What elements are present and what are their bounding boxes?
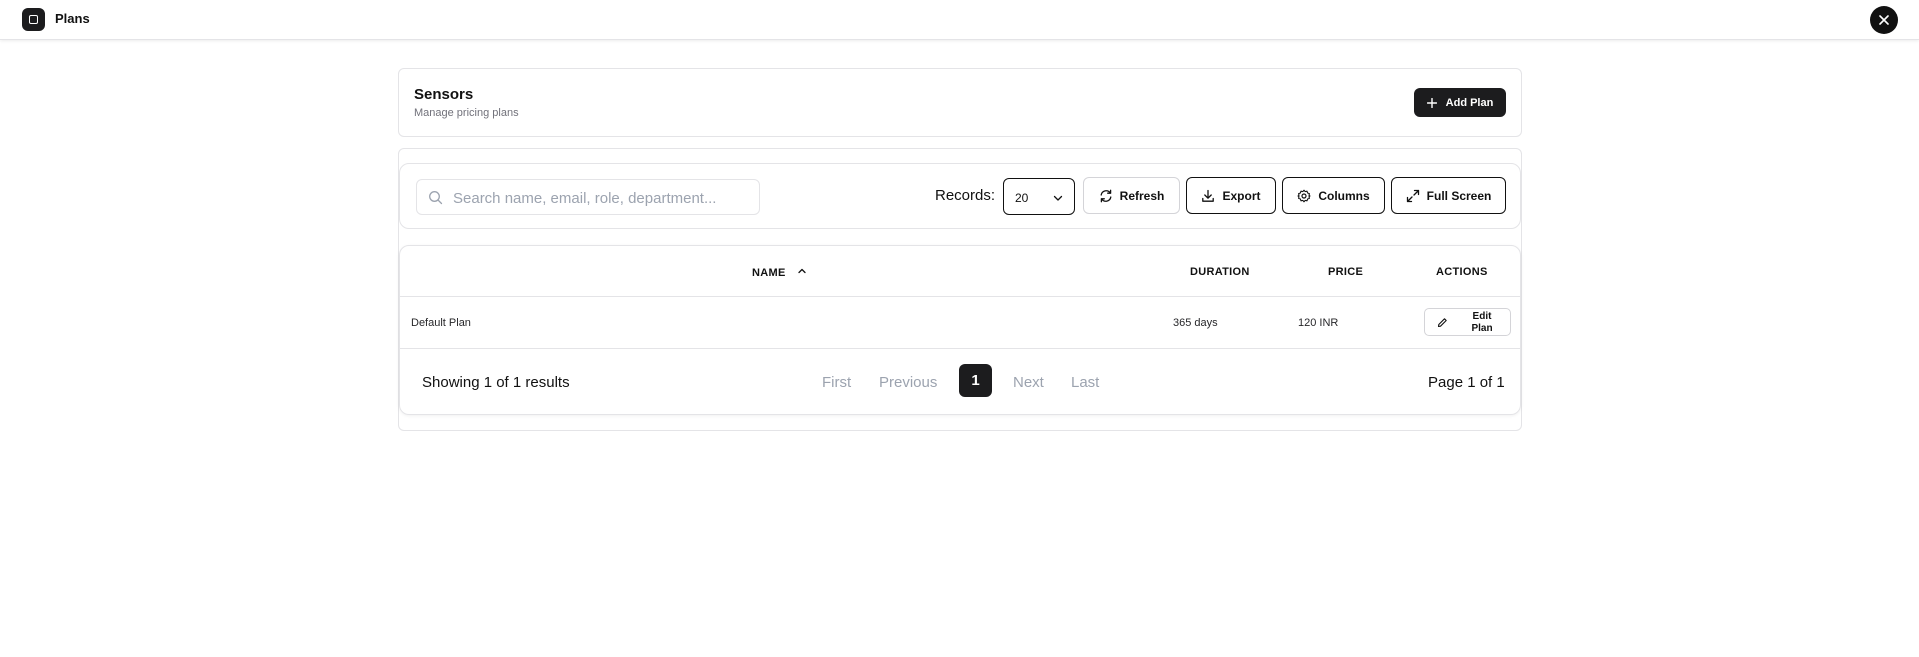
page-info: Page 1 of 1 — [1428, 374, 1505, 391]
add-plan-button[interactable]: Add Plan — [1414, 88, 1506, 117]
gear-icon — [1297, 189, 1311, 202]
pagination-next[interactable]: Next — [1013, 374, 1044, 391]
fullscreen-button[interactable]: Full Screen — [1391, 177, 1506, 214]
export-button[interactable]: Export — [1186, 177, 1276, 214]
cell-price: 120 INR — [1298, 317, 1339, 329]
edit-plan-button[interactable]: Edit Plan — [1424, 308, 1511, 336]
cell-duration: 365 days — [1173, 317, 1218, 329]
results-summary: Showing 1 of 1 results — [422, 374, 570, 391]
table-toolbar: Records: 20 Refresh Export — [399, 163, 1521, 229]
refresh-button[interactable]: Refresh — [1083, 177, 1180, 214]
edit-plan-label: Edit Plan — [1471, 311, 1493, 334]
columns-button[interactable]: Columns — [1282, 177, 1385, 214]
records-per-page-select[interactable]: 20 — [1003, 178, 1075, 215]
data-table: NAME DURATION PRICE ACTIONS Default Plan… — [399, 245, 1521, 415]
expand-icon — [1406, 189, 1419, 202]
export-label: Export — [1222, 188, 1261, 203]
top-bar: Plans — [0, 0, 1919, 40]
search-input[interactable] — [453, 187, 753, 209]
close-button[interactable] — [1870, 6, 1898, 34]
records-value: 20 — [1015, 191, 1029, 205]
pagination-last[interactable]: Last — [1071, 374, 1099, 391]
search-box[interactable] — [416, 179, 760, 215]
records-label: Records: — [935, 187, 996, 204]
pagination-previous[interactable]: Previous — [879, 374, 937, 391]
column-header-actions: ACTIONS — [1436, 266, 1488, 278]
pagination-page-current[interactable]: 1 — [959, 364, 992, 397]
page-title: Sensors — [414, 86, 474, 103]
table-row: Default Plan 365 days 120 INR Edit Plan — [400, 297, 1520, 349]
cell-name: Default Plan — [411, 317, 471, 329]
table-card: Records: 20 Refresh Export — [398, 148, 1522, 431]
search-icon — [429, 191, 443, 205]
window-title: Plans — [55, 11, 90, 26]
add-plan-label: Add Plan — [1445, 96, 1494, 109]
columns-label: Columns — [1318, 188, 1370, 203]
table-header: NAME DURATION PRICE ACTIONS — [400, 246, 1520, 297]
download-icon — [1202, 189, 1215, 202]
close-icon — [1879, 15, 1889, 25]
pagination-first[interactable]: First — [822, 374, 851, 391]
chevron-down-icon — [1053, 195, 1063, 201]
column-header-name[interactable]: NAME — [752, 266, 807, 279]
refresh-icon — [1100, 189, 1112, 202]
app-square-icon — [22, 8, 45, 31]
plus-icon — [1426, 97, 1437, 108]
page-header-card: Sensors Manage pricing plans Add Plan — [398, 68, 1522, 137]
fullscreen-label: Full Screen — [1426, 188, 1492, 203]
page-subtitle: Manage pricing plans — [414, 107, 519, 119]
refresh-label: Refresh — [1119, 188, 1165, 203]
column-header-price[interactable]: PRICE — [1328, 266, 1363, 278]
pencil-icon — [1437, 318, 1447, 328]
column-header-duration[interactable]: DURATION — [1190, 266, 1250, 278]
chevron-up-icon — [798, 268, 806, 274]
